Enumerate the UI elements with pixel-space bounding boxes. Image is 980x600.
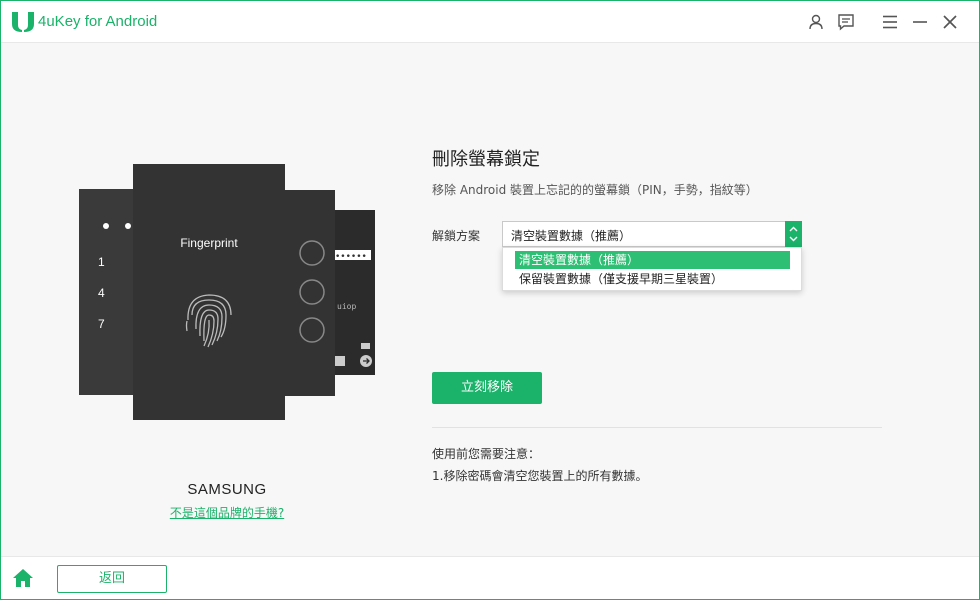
close-icon[interactable] — [941, 13, 959, 31]
dropdown-option-clear-data[interactable]: 清空裝置數據（推薦） — [515, 251, 790, 269]
phone-pattern — [283, 190, 335, 396]
notes-item: 1.移除密碼會清空您裝置上的所有數據。 — [432, 469, 648, 483]
divider — [432, 427, 882, 428]
backspace-key-icon — [361, 343, 370, 349]
app-logo-icon — [12, 12, 34, 32]
menu-icon[interactable] — [881, 13, 899, 31]
main-content: 1 4 7 •••••• uiop Fingerprint SAMSUNG 不是… — [1, 44, 979, 556]
page-subtitle: 移除 Android 裝置上忘記的的螢幕鎖（PIN，手勢，指紋等） — [432, 183, 758, 197]
title-bar: 4uKey for Android — [1, 1, 979, 43]
phone-fingerprint — [133, 164, 285, 420]
home-icon[interactable] — [12, 568, 34, 588]
phone-keypad — [79, 189, 139, 395]
app-window: 4uKey for Android 1 4 7 •••••• uiop Fing… — [0, 0, 980, 600]
select-value: 清空裝置數據（推薦） — [511, 229, 632, 243]
select-arrow-icon[interactable] — [785, 221, 802, 247]
unlock-scheme-dropdown: 清空裝置數據（推薦） 保留裝置數據（僅支援早期三星裝置） — [502, 247, 802, 291]
footer-bar: 返回 — [1, 556, 979, 599]
notes-title: 使用前您需要注意： — [432, 447, 541, 461]
keypad-digit: 4 — [98, 286, 105, 300]
back-button[interactable]: 返回 — [57, 565, 167, 593]
pin-dot — [125, 223, 131, 229]
keyboard-key-icon — [335, 356, 345, 366]
keyboard-hint: uiop — [337, 302, 356, 311]
keypad-digit: 1 — [98, 255, 105, 269]
unlock-scheme-label: 解鎖方案 — [432, 229, 481, 243]
brand-name: SAMSUNG — [187, 481, 267, 498]
app-title: 4uKey for Android — [38, 13, 158, 30]
minimize-icon[interactable] — [911, 13, 929, 31]
dropdown-option-keep-data[interactable]: 保留裝置數據（僅支援早期三星裝置） — [515, 270, 790, 288]
fingerprint-label: Fingerprint — [180, 236, 238, 250]
user-icon[interactable] — [807, 13, 825, 31]
unlock-scheme-select[interactable]: 清空裝置數據（推薦） — [502, 221, 802, 247]
pin-dot — [103, 223, 109, 229]
wrong-brand-link[interactable]: 不是這個品牌的手機? — [127, 504, 327, 521]
feedback-icon[interactable] — [837, 13, 855, 31]
page-title: 刪除螢幕鎖定 — [432, 149, 540, 170]
remove-now-button[interactable]: 立刻移除 — [432, 372, 542, 404]
keypad-digit: 7 — [98, 317, 105, 331]
phones-illustration: 1 4 7 •••••• uiop Fingerprint — [79, 164, 375, 420]
password-mask: •••••• — [335, 252, 367, 262]
